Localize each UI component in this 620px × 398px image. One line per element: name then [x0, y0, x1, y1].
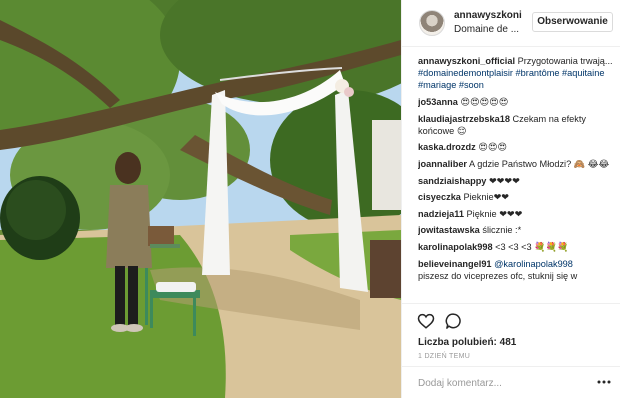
list-item: nadzieja11 Pięknie ❤❤❤	[418, 208, 614, 220]
comment-username[interactable]: nadzieja11	[418, 209, 464, 219]
comment-text: ❤❤❤❤	[486, 175, 520, 186]
list-item: cisyeczka Pieknie❤❤	[418, 191, 614, 203]
list-item: klaudiajastrzebska18 Czekam na efekty ko…	[418, 113, 614, 137]
comment-username[interactable]: jo53anna	[418, 97, 458, 107]
avatar[interactable]	[419, 10, 445, 36]
comment-icon[interactable]	[445, 312, 463, 330]
heart-icon[interactable]	[417, 312, 435, 330]
add-comment-bar	[402, 366, 620, 398]
photo-illustration	[0, 0, 401, 398]
post-photo[interactable]	[0, 0, 401, 398]
comment-text: A gdzie Państwo Młodzi? 🙈 😂😂	[467, 158, 610, 169]
comment-username[interactable]: jowitastawska	[418, 225, 480, 235]
comment-text: piszesz do viceprezes ofc, stuknij się w	[418, 270, 578, 281]
list-item: sandziaishappy ❤❤❤❤	[418, 175, 614, 187]
post-header: annawyszkoni Domaine de ... Obserwowanie	[402, 0, 620, 47]
caption-username[interactable]: annawyszkoni_official	[418, 56, 515, 66]
caption: annawyszkoni_official Przygotowania trwa…	[418, 55, 614, 92]
comment-username[interactable]: joannaliber	[418, 159, 467, 169]
post-side-panel: annawyszkoni Domaine de ... Obserwowanie…	[401, 0, 620, 398]
list-item: karolinapolak998 <3 <3 <3 💐💐💐	[418, 241, 614, 253]
list-item: believeinangel91 @karolinapolak998 pisze…	[418, 258, 614, 282]
list-item: joannaliber A gdzie Państwo Młodzi? 🙈 😂😂	[418, 158, 614, 170]
comments-list: annawyszkoni_official Przygotowania trwa…	[418, 55, 614, 303]
list-item: kaska.drozdz 😍😍😍	[418, 141, 614, 153]
likes-count[interactable]: Liczba polubień: 481	[418, 337, 516, 348]
comment-username[interactable]: sandziaishappy	[418, 176, 486, 186]
comment-text: <3 <3 <3 💐💐💐	[492, 241, 569, 252]
caption-hashtags[interactable]: #domainedemontplaisir #brantôme #aquitai…	[418, 68, 604, 90]
comment-text: Pieknie❤❤	[460, 192, 510, 203]
post-timestamp: 1 DZIEŃ TEMU	[418, 353, 471, 360]
comment-username[interactable]: klaudiajastrzebska18	[418, 114, 510, 124]
comment-username[interactable]: karolinapolak998	[418, 242, 493, 252]
follow-button[interactable]: Obserwowanie	[532, 12, 613, 32]
comment-username[interactable]: believeinangel91	[418, 259, 492, 269]
more-options-icon[interactable]	[597, 379, 611, 385]
caption-text: Przygotowania trwają...	[515, 56, 613, 66]
comment-mention[interactable]: @karolinapolak998	[492, 259, 573, 269]
comment-username[interactable]: cisyeczka	[418, 192, 461, 202]
header-location[interactable]: Domaine de ...	[454, 24, 519, 35]
comment-text: 😍😍😍😍😍	[457, 97, 509, 107]
list-item: jowitastawska ślicznie :*	[418, 224, 614, 236]
comment-username[interactable]: kaska.drozdz	[418, 142, 476, 152]
comment-input[interactable]	[418, 374, 588, 392]
comment-text: Pięknie ❤❤❤	[463, 208, 523, 219]
list-item: jo53anna 😍😍😍😍😍	[418, 96, 614, 108]
header-username[interactable]: annawyszkoni	[454, 10, 522, 21]
comment-text: 😍😍😍	[475, 142, 507, 153]
comment-text: ślicznie :*	[479, 225, 522, 236]
